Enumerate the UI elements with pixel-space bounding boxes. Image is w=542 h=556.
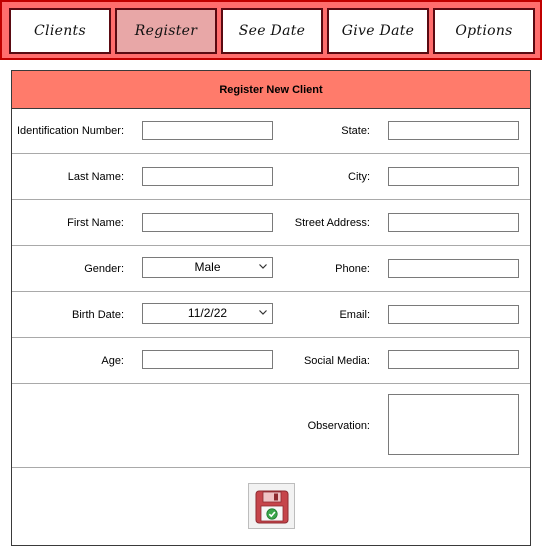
birth-date-value: 11/2/22 bbox=[187, 306, 228, 320]
social-media-input[interactable] bbox=[388, 350, 519, 369]
street-address-label: Street Address: bbox=[294, 217, 370, 229]
tab-give-date[interactable]: Give Date bbox=[327, 8, 429, 54]
street-address-input[interactable] bbox=[388, 213, 519, 232]
tab-clients[interactable]: Clients bbox=[9, 8, 111, 54]
save-disk-icon bbox=[255, 490, 289, 524]
social-media-label: Social Media: bbox=[303, 355, 370, 367]
form-title: Register New Client bbox=[12, 71, 530, 109]
phone-label: Phone: bbox=[335, 263, 370, 275]
last-name-label: Last Name: bbox=[67, 171, 124, 183]
app-window: Clients Register See Date Give Date Opti… bbox=[0, 0, 542, 556]
state-input[interactable] bbox=[388, 121, 519, 140]
gender-label: Gender: bbox=[84, 263, 124, 275]
row-divider bbox=[12, 337, 530, 338]
city-input[interactable] bbox=[388, 167, 519, 186]
row-divider bbox=[12, 467, 530, 468]
state-label: State: bbox=[341, 125, 370, 137]
tab-see-date[interactable]: See Date bbox=[221, 8, 323, 54]
register-client-form: Register New Client Identification Numbe… bbox=[11, 70, 531, 546]
observation-textarea[interactable] bbox=[388, 394, 519, 455]
first-name-label: First Name: bbox=[67, 217, 124, 229]
observation-label: Observation: bbox=[307, 420, 370, 432]
row-divider bbox=[12, 199, 530, 200]
email-label: Email: bbox=[339, 309, 370, 321]
age-label: Age: bbox=[101, 355, 124, 367]
gender-selected-value: Male bbox=[194, 260, 221, 274]
tab-options[interactable]: Options bbox=[433, 8, 535, 54]
phone-input[interactable] bbox=[388, 259, 519, 278]
save-button[interactable] bbox=[248, 483, 295, 529]
identification-number-label: Identification Number: bbox=[17, 125, 124, 137]
row-divider bbox=[12, 245, 530, 246]
city-label: City: bbox=[348, 171, 370, 183]
email-input[interactable] bbox=[388, 305, 519, 324]
tab-register[interactable]: Register bbox=[115, 8, 217, 54]
row-divider bbox=[12, 291, 530, 292]
top-nav-bar: Clients Register See Date Give Date Opti… bbox=[0, 0, 542, 60]
row-divider bbox=[12, 153, 530, 154]
row-divider bbox=[12, 383, 530, 384]
birth-date-label: Birth Date: bbox=[72, 309, 124, 321]
